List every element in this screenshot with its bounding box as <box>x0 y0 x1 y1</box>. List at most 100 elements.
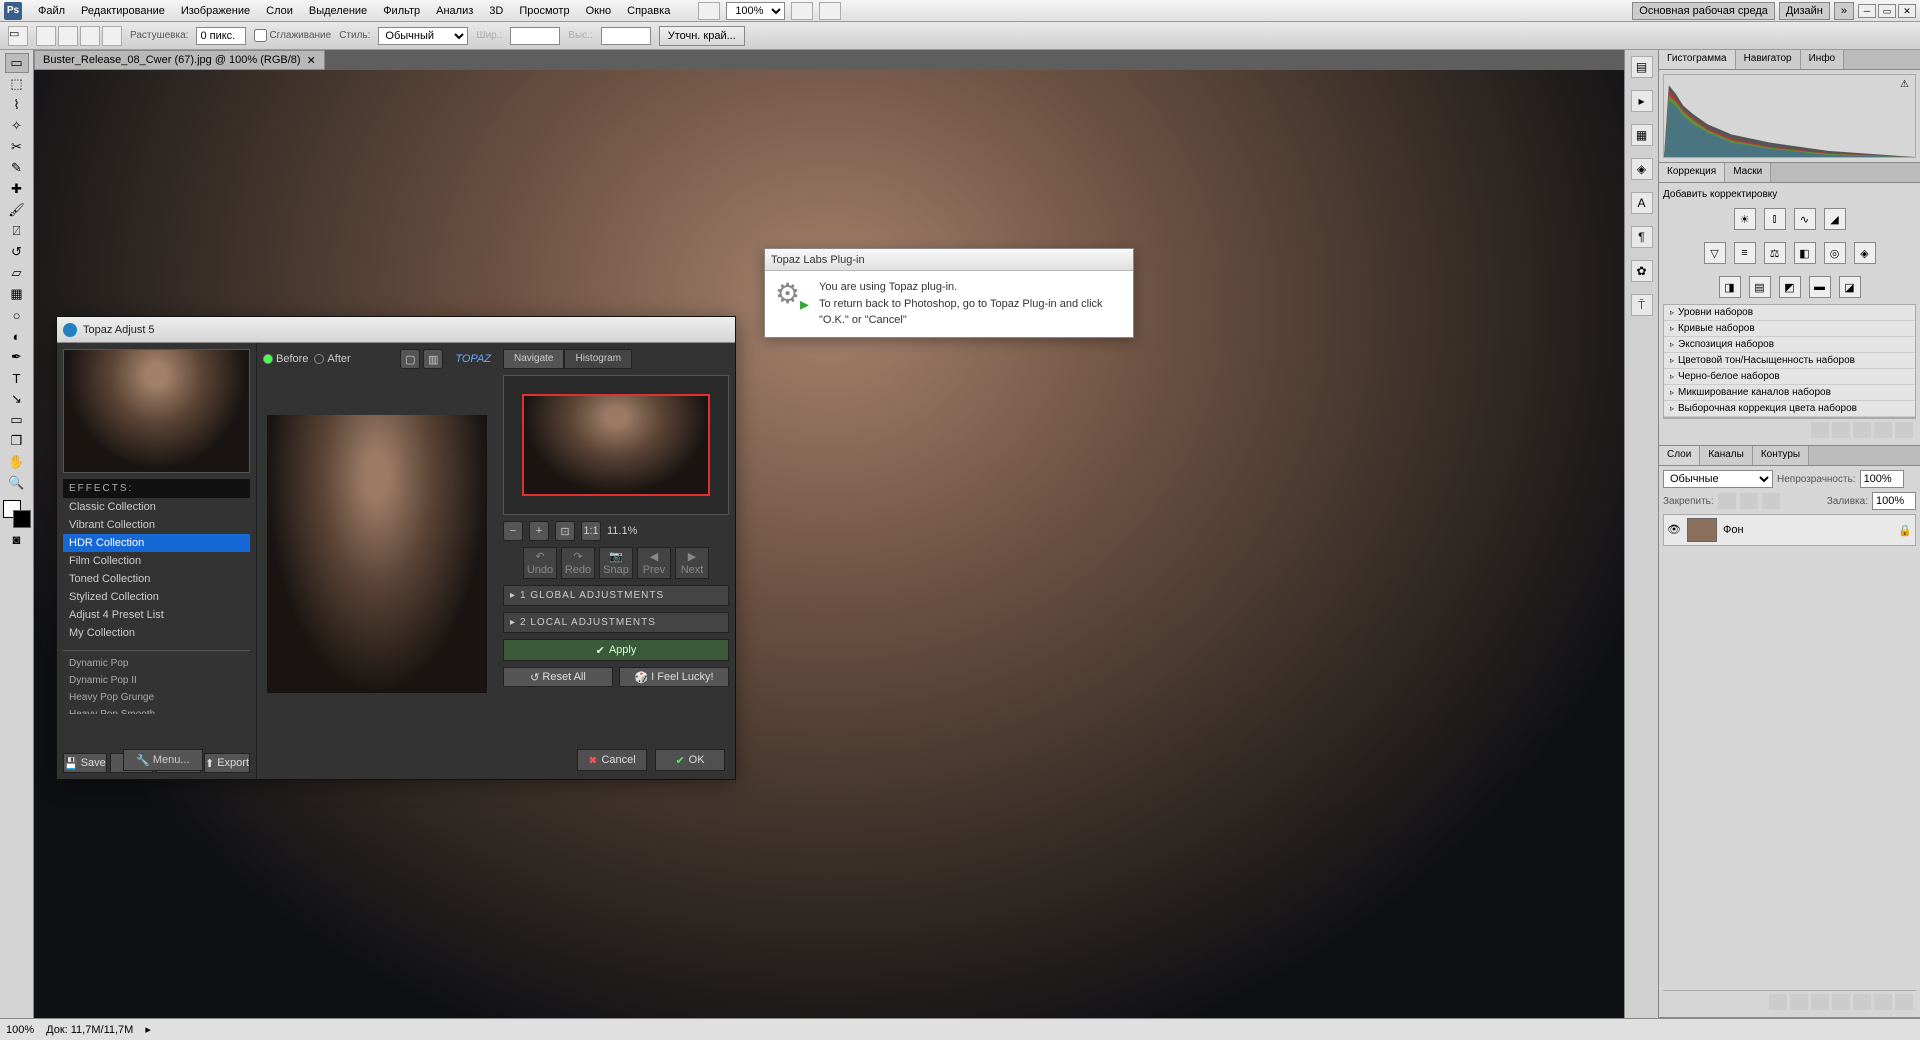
tab-masks[interactable]: Маски <box>1725 163 1771 182</box>
arrange-docs-icon[interactable] <box>791 2 813 20</box>
collection-item[interactable]: Classic Collection <box>63 498 250 516</box>
collection-item[interactable]: Stylized Collection <box>63 588 250 606</box>
preset-item[interactable]: Heavy Pop Grunge <box>63 689 250 706</box>
paragraph-panel-icon[interactable]: ¶ <box>1631 226 1653 248</box>
feather-input[interactable] <box>196 27 246 45</box>
after-toggle[interactable]: After <box>314 353 350 365</box>
adj-delete-icon[interactable] <box>1895 422 1913 438</box>
lucky-button[interactable]: 🎲I Feel Lucky! <box>619 667 729 687</box>
preset-item[interactable]: Черно-белое наборов <box>1664 369 1915 385</box>
tab-paths[interactable]: Контуры <box>1753 446 1809 465</box>
launch-bridge-icon[interactable] <box>698 2 720 20</box>
vibrance-icon[interactable]: ▽ <box>1704 242 1726 264</box>
minimize-icon[interactable]: ─ <box>1858 4 1876 18</box>
curves-icon[interactable]: ∿ <box>1794 208 1816 230</box>
swatches-panel-icon[interactable]: ▦ <box>1631 124 1653 146</box>
menu-edit[interactable]: Редактирование <box>73 3 173 19</box>
status-zoom[interactable]: 100% <box>6 1024 34 1036</box>
colorbalance-icon[interactable]: ⚖ <box>1764 242 1786 264</box>
lock-pixels-icon[interactable] <box>1718 493 1736 509</box>
layer-thumbnail[interactable] <box>1687 518 1717 542</box>
adj-return-icon[interactable] <box>1811 422 1829 438</box>
preset-item[interactable]: Микширование каналов наборов <box>1664 385 1915 401</box>
pen-tool-icon[interactable]: ✒ <box>5 347 29 367</box>
menu-help[interactable]: Справка <box>619 3 678 19</box>
photofilter-icon[interactable]: ◎ <box>1824 242 1846 264</box>
zoom-out-icon[interactable]: − <box>503 521 523 541</box>
opacity-input[interactable] <box>1860 470 1904 488</box>
blend-mode-select[interactable]: Обычные <box>1663 470 1773 488</box>
delete-layer-icon[interactable] <box>1895 994 1913 1010</box>
split-view-icon[interactable]: ▥ <box>423 349 443 369</box>
collection-item[interactable]: Vibrant Collection <box>63 516 250 534</box>
hue-icon[interactable]: ≡ <box>1734 242 1756 264</box>
undo-button[interactable]: ↶Undo <box>523 547 557 579</box>
invert-icon[interactable]: ◨ <box>1719 276 1741 298</box>
screen-mode-icon[interactable] <box>819 2 841 20</box>
ok-button[interactable]: ✔OK <box>655 749 725 771</box>
3d-tool-icon[interactable]: ❒ <box>5 431 29 451</box>
menu-window[interactable]: Окно <box>578 3 620 19</box>
adj-reset-icon[interactable] <box>1874 422 1892 438</box>
healing-tool-icon[interactable]: ✚ <box>5 179 29 199</box>
history-brush-icon[interactable]: ↺ <box>5 242 29 262</box>
character-panel-icon[interactable]: A <box>1631 192 1653 214</box>
color-swatches[interactable] <box>3 500 31 528</box>
tab-info[interactable]: Инфо <box>1801 50 1845 69</box>
marquee-tool-icon[interactable]: ⬚ <box>5 74 29 94</box>
menu-image[interactable]: Изображение <box>173 3 258 19</box>
histogram-warning-icon[interactable]: ⚠ <box>1900 79 1909 90</box>
adjustment-presets-list[interactable]: Уровни наборов Кривые наборов Экспозиция… <box>1663 304 1916 418</box>
preset-item[interactable]: Dynamic Pop <box>63 655 250 672</box>
exposure-icon[interactable]: ◢ <box>1824 208 1846 230</box>
zoom-in-icon[interactable]: + <box>529 521 549 541</box>
menu-layers[interactable]: Слои <box>258 3 301 19</box>
brushes-panel-icon[interactable]: ✿ <box>1631 260 1653 282</box>
blur-tool-icon[interactable]: ○ <box>5 305 29 325</box>
posterize-icon[interactable]: ▤ <box>1749 276 1771 298</box>
prev-button[interactable]: ◀Prev <box>637 547 671 579</box>
styles-panel-icon[interactable]: ◈ <box>1631 158 1653 180</box>
collection-item[interactable]: My Collection <box>63 624 250 642</box>
threshold-icon[interactable]: ◩ <box>1779 276 1801 298</box>
histogram-tab[interactable]: Histogram <box>564 349 632 369</box>
menu-filter[interactable]: Фильтр <box>375 3 428 19</box>
stamp-tool-icon[interactable]: ⍁ <box>5 221 29 241</box>
menu-view[interactable]: Просмотр <box>511 3 577 19</box>
collection-item[interactable]: Toned Collection <box>63 570 250 588</box>
collections-list[interactable]: Classic Collection Vibrant Collection HD… <box>63 498 250 747</box>
before-toggle[interactable]: Before <box>263 353 308 365</box>
cancel-button[interactable]: ✖Cancel <box>577 749 647 771</box>
preset-item[interactable]: Dynamic Pop II <box>63 672 250 689</box>
path-tool-icon[interactable]: ↘ <box>5 389 29 409</box>
crop-tool-icon[interactable]: ✂ <box>5 137 29 157</box>
zoom-100-icon[interactable]: 1:1 <box>581 521 601 541</box>
wand-tool-icon[interactable]: ✧ <box>5 116 29 136</box>
global-adjustments-section[interactable]: 1 GLOBAL ADJUSTMENTS <box>503 585 729 606</box>
info-titlebar[interactable]: Topaz Labs Plug-in <box>765 249 1133 271</box>
menu-3d[interactable]: 3D <box>481 3 511 19</box>
preset-item[interactable]: Уровни наборов <box>1664 305 1915 321</box>
levels-icon[interactable]: ⫾ <box>1764 208 1786 230</box>
adj-clip-icon[interactable] <box>1832 422 1850 438</box>
workspace-design[interactable]: Дизайн <box>1779 2 1830 20</box>
apply-button[interactable]: ✔Apply <box>503 639 729 661</box>
brush-tool-icon[interactable]: 🖌 <box>5 200 29 220</box>
preset-item[interactable]: Экспозиция наборов <box>1664 337 1915 353</box>
antialias-checkbox[interactable] <box>254 29 267 42</box>
new-adjustment-icon[interactable] <box>1832 994 1850 1010</box>
navigate-tab[interactable]: Navigate <box>503 349 564 369</box>
preset-item[interactable]: Цветовой тон/Насыщенность наборов <box>1664 353 1915 369</box>
menu-select[interactable]: Выделение <box>301 3 375 19</box>
snap-button[interactable]: 📷Snap <box>599 547 633 579</box>
redo-button[interactable]: ↷Redo <box>561 547 595 579</box>
maximize-icon[interactable]: ▭ <box>1878 4 1896 18</box>
new-group-icon[interactable] <box>1853 994 1871 1010</box>
navigator-thumbnail[interactable] <box>503 375 729 515</box>
style-select[interactable]: Обычный <box>378 27 468 45</box>
menu-file[interactable]: Файл <box>30 3 73 19</box>
tab-navigator[interactable]: Навигатор <box>1736 50 1801 69</box>
collection-item[interactable]: HDR Collection <box>63 534 250 552</box>
type-tool-icon[interactable]: T <box>5 368 29 388</box>
reset-button[interactable]: ↺Reset All <box>503 667 613 687</box>
